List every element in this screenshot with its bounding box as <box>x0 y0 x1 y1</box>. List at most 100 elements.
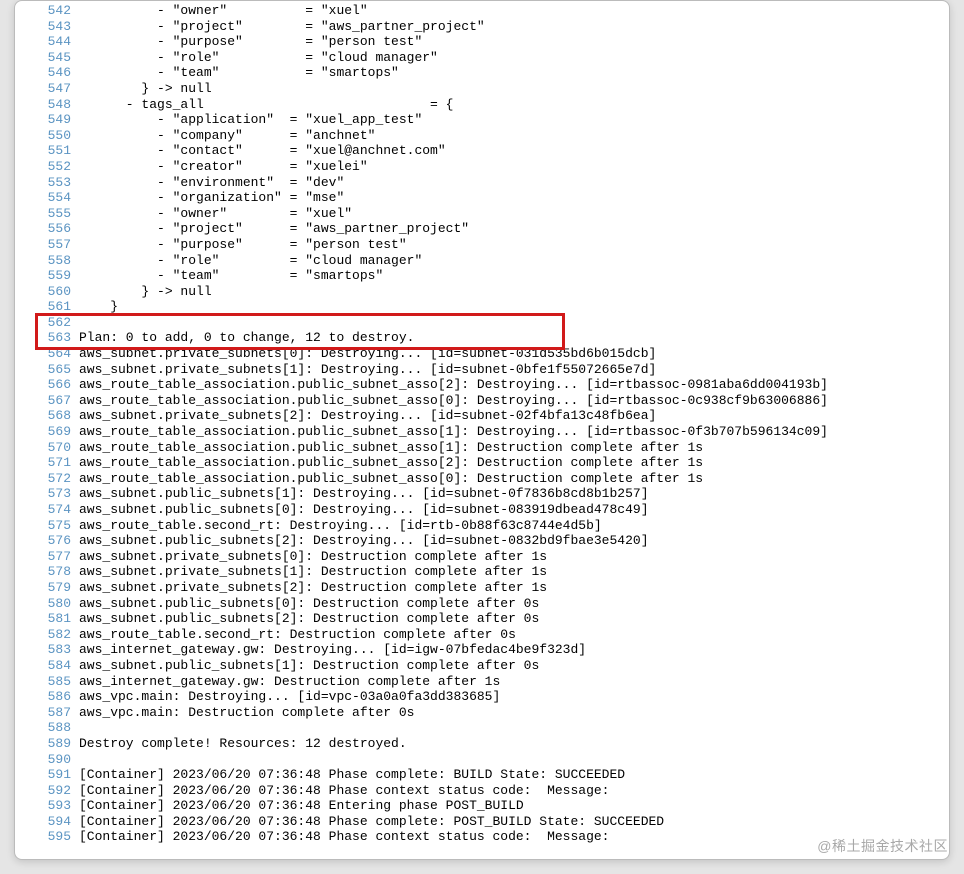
line-number: 550 <box>25 128 79 143</box>
log-line: 549 - "application" = "xuel_app_test" <box>25 112 945 128</box>
line-number: 554 <box>25 190 79 205</box>
log-line: 557 - "purpose" = "person test" <box>25 237 945 253</box>
line-content: [Container] 2023/06/20 07:36:48 Entering… <box>79 798 945 813</box>
line-content: aws_route_table_association.public_subne… <box>79 377 945 392</box>
log-line: 563Plan: 0 to add, 0 to change, 12 to de… <box>25 330 945 346</box>
log-line: 553 - "environment" = "dev" <box>25 175 945 191</box>
line-number: 563 <box>25 330 79 345</box>
log-window: 542 - "owner" = "xuel"543 - "project" = … <box>14 0 950 860</box>
line-number: 581 <box>25 611 79 626</box>
log-line: 547 } -> null <box>25 81 945 97</box>
line-number: 591 <box>25 767 79 782</box>
line-content: aws_subnet.public_subnets[2]: Destroying… <box>79 533 945 548</box>
line-content: aws_route_table_association.public_subne… <box>79 440 945 455</box>
line-number: 592 <box>25 783 79 798</box>
log-line: 561 } <box>25 299 945 315</box>
line-number: 568 <box>25 408 79 423</box>
log-line: 544 - "purpose" = "person test" <box>25 34 945 50</box>
line-number: 569 <box>25 424 79 439</box>
line-number: 576 <box>25 533 79 548</box>
line-number: 573 <box>25 486 79 501</box>
log-line: 570aws_route_table_association.public_su… <box>25 440 945 456</box>
line-number: 578 <box>25 564 79 579</box>
line-content: - "role" = "cloud manager" <box>79 50 945 65</box>
line-number: 564 <box>25 346 79 361</box>
log-line: 567aws_route_table_association.public_su… <box>25 393 945 409</box>
line-number: 586 <box>25 689 79 704</box>
line-number: 543 <box>25 19 79 34</box>
line-number: 570 <box>25 440 79 455</box>
log-output[interactable]: 542 - "owner" = "xuel"543 - "project" = … <box>25 3 945 849</box>
line-number: 549 <box>25 112 79 127</box>
log-line: 555 - "owner" = "xuel" <box>25 206 945 222</box>
log-line: 585aws_internet_gateway.gw: Destruction … <box>25 674 945 690</box>
log-line: 586aws_vpc.main: Destroying... [id=vpc-0… <box>25 689 945 705</box>
log-line: 593[Container] 2023/06/20 07:36:48 Enter… <box>25 798 945 814</box>
line-content: aws_subnet.public_subnets[2]: Destructio… <box>79 611 945 626</box>
line-content: aws_route_table_association.public_subne… <box>79 424 945 439</box>
log-line: 562 <box>25 315 945 331</box>
line-content: aws_subnet.private_subnets[0]: Destructi… <box>79 549 945 564</box>
line-content: aws_internet_gateway.gw: Destruction com… <box>79 674 945 689</box>
line-number: 551 <box>25 143 79 158</box>
line-content: [Container] 2023/06/20 07:36:48 Phase co… <box>79 829 945 844</box>
log-line: 551 - "contact" = "xuel@anchnet.com" <box>25 143 945 159</box>
line-content: - "purpose" = "person test" <box>79 34 945 49</box>
line-number: 547 <box>25 81 79 96</box>
log-line: 543 - "project" = "aws_partner_project" <box>25 19 945 35</box>
line-content: aws_subnet.private_subnets[1]: Destroyin… <box>79 362 945 377</box>
log-line: 558 - "role" = "cloud manager" <box>25 253 945 269</box>
line-content: - "project" = "aws_partner_project" <box>79 221 945 236</box>
log-line: 594[Container] 2023/06/20 07:36:48 Phase… <box>25 814 945 830</box>
log-line: 580aws_subnet.public_subnets[0]: Destruc… <box>25 596 945 612</box>
log-line: 548 - tags_all = { <box>25 97 945 113</box>
line-number: 561 <box>25 299 79 314</box>
log-line: 566aws_route_table_association.public_su… <box>25 377 945 393</box>
line-content: aws_route_table_association.public_subne… <box>79 471 945 486</box>
log-line: 584aws_subnet.public_subnets[1]: Destruc… <box>25 658 945 674</box>
line-number: 577 <box>25 549 79 564</box>
log-line: 568aws_subnet.private_subnets[2]: Destro… <box>25 408 945 424</box>
line-content: aws_subnet.public_subnets[1]: Destroying… <box>79 486 945 501</box>
line-number: 590 <box>25 752 79 767</box>
line-content: aws_subnet.private_subnets[2]: Destructi… <box>79 580 945 595</box>
line-number: 545 <box>25 50 79 65</box>
line-number: 584 <box>25 658 79 673</box>
line-number: 542 <box>25 3 79 18</box>
log-line: 554 - "organization" = "mse" <box>25 190 945 206</box>
line-content: Plan: 0 to add, 0 to change, 12 to destr… <box>79 330 945 345</box>
line-content: aws_vpc.main: Destruction complete after… <box>79 705 945 720</box>
line-number: 582 <box>25 627 79 642</box>
log-line: 592[Container] 2023/06/20 07:36:48 Phase… <box>25 783 945 799</box>
line-content: - "purpose" = "person test" <box>79 237 945 252</box>
line-content: - "project" = "aws_partner_project" <box>79 19 945 34</box>
line-content: aws_subnet.public_subnets[1]: Destructio… <box>79 658 945 673</box>
log-line: 552 - "creator" = "xuelei" <box>25 159 945 175</box>
line-content: aws_subnet.public_subnets[0]: Destructio… <box>79 596 945 611</box>
line-content: [Container] 2023/06/20 07:36:48 Phase co… <box>79 814 945 829</box>
log-line: 595[Container] 2023/06/20 07:36:48 Phase… <box>25 829 945 845</box>
line-content: aws_subnet.private_subnets[0]: Destroyin… <box>79 346 945 361</box>
line-number: 595 <box>25 829 79 844</box>
line-number: 552 <box>25 159 79 174</box>
line-content: } <box>79 299 945 314</box>
line-content: - "role" = "cloud manager" <box>79 253 945 268</box>
log-line: 591[Container] 2023/06/20 07:36:48 Phase… <box>25 767 945 783</box>
line-number: 557 <box>25 237 79 252</box>
line-number: 555 <box>25 206 79 221</box>
log-line: 569aws_route_table_association.public_su… <box>25 424 945 440</box>
line-number: 556 <box>25 221 79 236</box>
log-line: 545 - "role" = "cloud manager" <box>25 50 945 66</box>
log-line: 572aws_route_table_association.public_su… <box>25 471 945 487</box>
line-content: Destroy complete! Resources: 12 destroye… <box>79 736 945 751</box>
line-number: 575 <box>25 518 79 533</box>
line-number: 579 <box>25 580 79 595</box>
line-number: 562 <box>25 315 79 330</box>
log-line: 542 - "owner" = "xuel" <box>25 3 945 19</box>
line-number: 544 <box>25 34 79 49</box>
line-content: - "owner" = "xuel" <box>79 206 945 221</box>
log-line: 578aws_subnet.private_subnets[1]: Destru… <box>25 564 945 580</box>
log-line: 576aws_subnet.public_subnets[2]: Destroy… <box>25 533 945 549</box>
log-line: 587aws_vpc.main: Destruction complete af… <box>25 705 945 721</box>
line-content: aws_subnet.public_subnets[0]: Destroying… <box>79 502 945 517</box>
